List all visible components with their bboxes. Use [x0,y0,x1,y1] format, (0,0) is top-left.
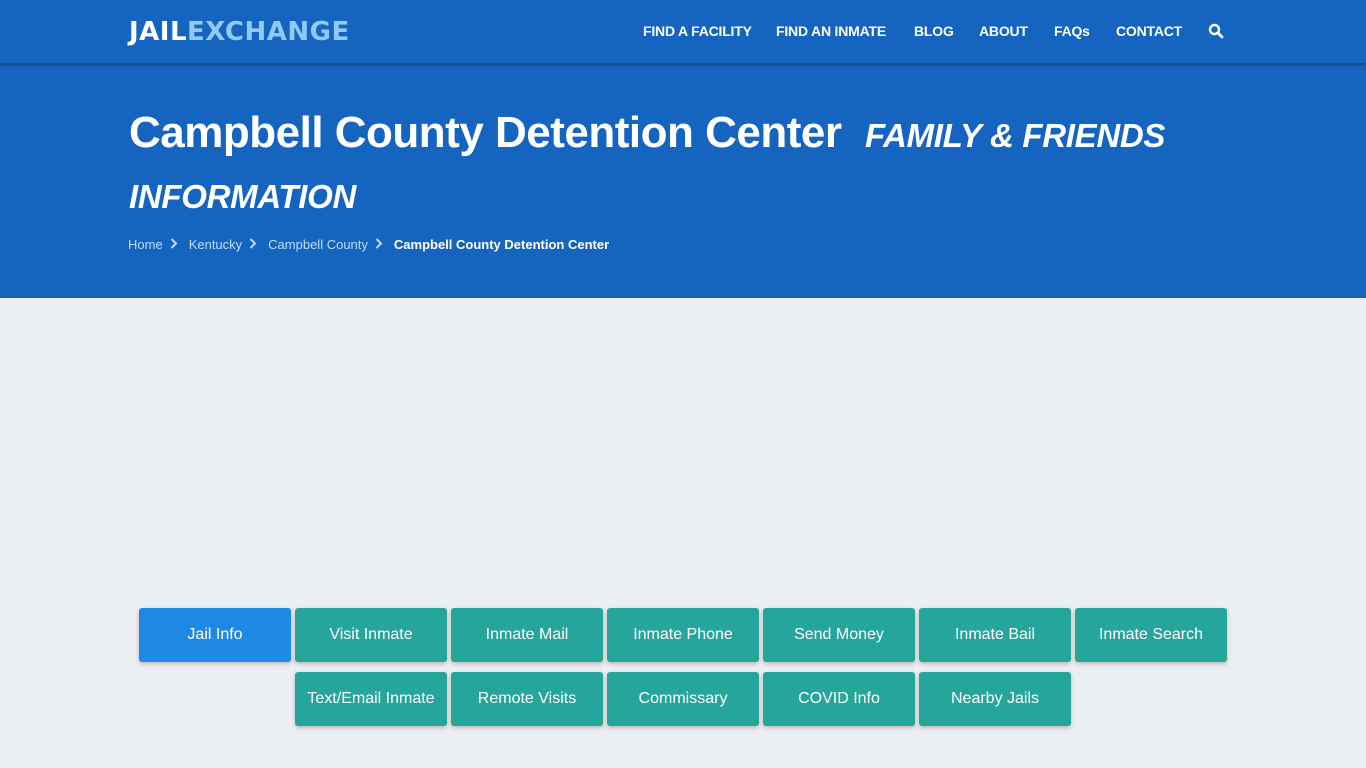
logo-text-exchange: EXCHANGE [187,17,350,47]
breadcrumb-state[interactable]: Kentucky [189,237,242,253]
breadcrumb-current: Campbell County Detention Center [393,237,610,252]
breadcrumb-home[interactable]: Home [128,237,163,253]
site-logo[interactable]: JAILEXCHANGE [129,16,350,48]
breadcrumb: Home Kentucky Campbell County Campbell C… [128,237,609,253]
nav-blog[interactable]: BLOG [914,22,954,40]
nearby-jails-button[interactable]: Nearby Jails [919,672,1071,726]
commissary-button[interactable]: Commissary [607,672,759,726]
facility-name: Campbell County Detention Center [129,108,842,157]
inmate-bail-button[interactable]: Inmate Bail [919,608,1071,662]
breadcrumb-county[interactable]: Campbell County [268,237,368,253]
logo-text-jail: JAIL [129,17,188,47]
chevron-right-icon [375,237,390,253]
remote-visits-button[interactable]: Remote Visits [451,672,603,726]
top-navbar: JAILEXCHANGE FIND A FACILITY FIND AN INM… [0,0,1366,64]
inmate-phone-button[interactable]: Inmate Phone [607,608,759,662]
nav-contact[interactable]: CONTACT [1116,22,1182,40]
chevron-right-icon [170,237,185,253]
hero-banner: Campbell County Detention Center FAMILY … [0,64,1366,298]
nav-about[interactable]: ABOUT [979,22,1028,40]
nav-find-inmate[interactable]: FIND AN INMATE [776,22,886,40]
chevron-right-icon [249,237,264,253]
send-money-button[interactable]: Send Money [763,608,915,662]
inmate-mail-button[interactable]: Inmate Mail [451,608,603,662]
nav-faqs[interactable]: FAQs [1054,22,1090,40]
jail-info-button[interactable]: Jail Info [139,608,291,662]
search-icon[interactable] [1208,23,1224,39]
nav-find-facility[interactable]: FIND A FACILITY [643,22,752,40]
visit-inmate-button[interactable]: Visit Inmate [295,608,447,662]
page-title: Campbell County Detention Center FAMILY … [129,104,1239,226]
text-email-inmate-button[interactable]: Text/Email Inmate [295,672,447,726]
inmate-search-button[interactable]: Inmate Search [1075,608,1227,662]
covid-info-button[interactable]: COVID Info [763,672,915,726]
